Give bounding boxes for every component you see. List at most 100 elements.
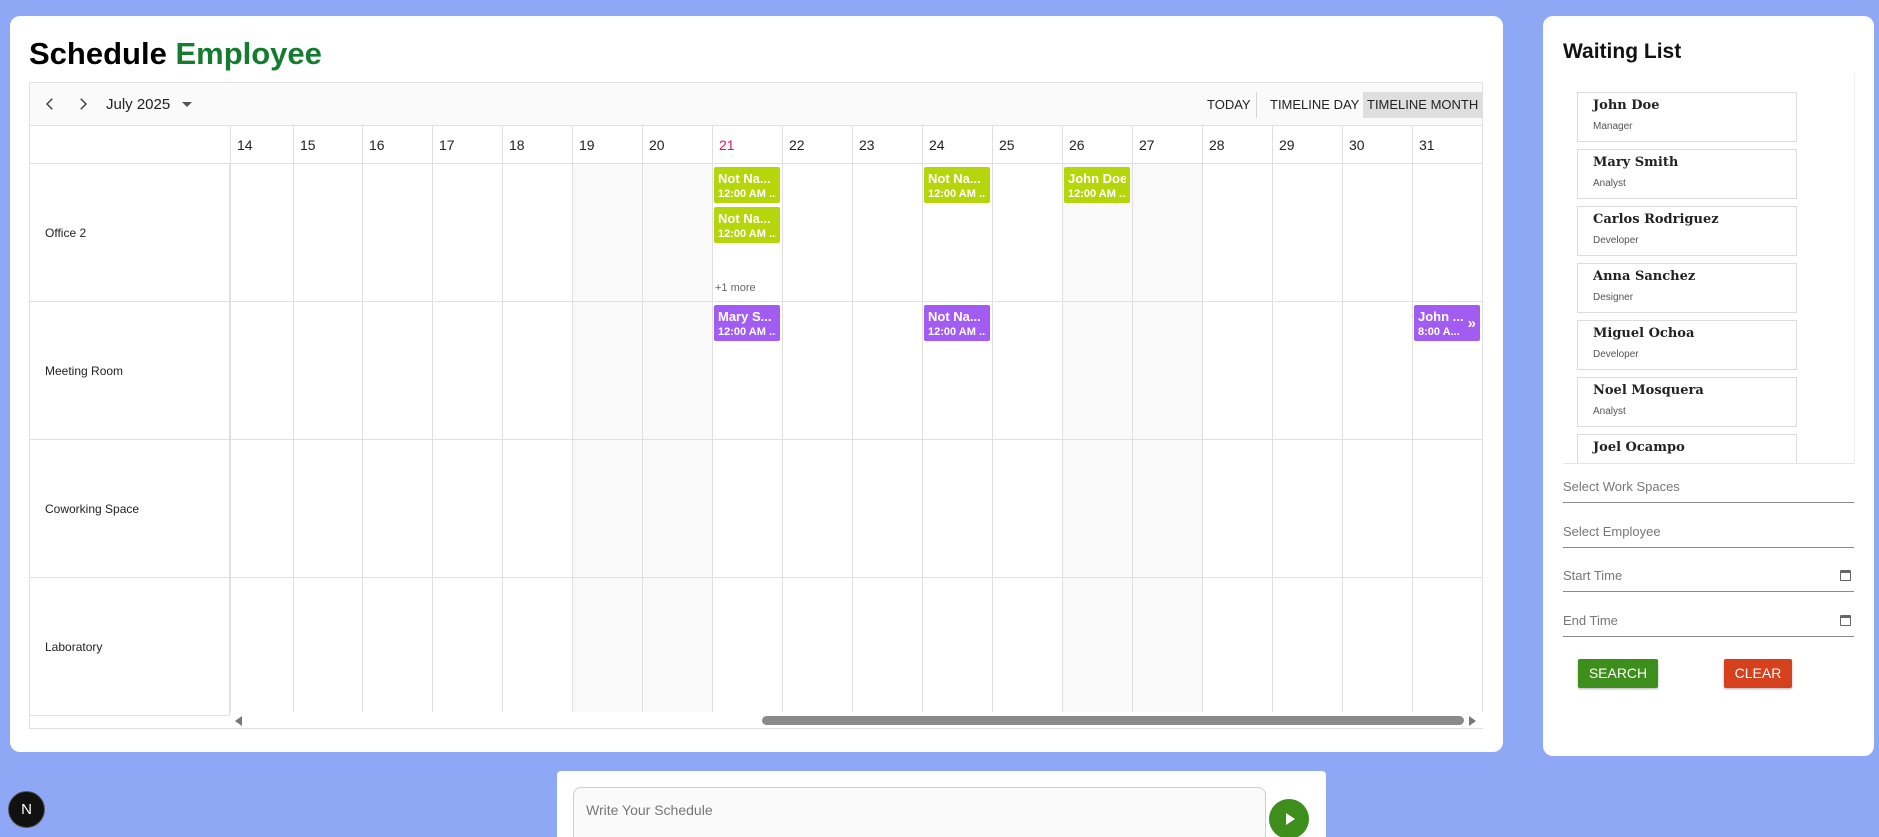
clear-button[interactable]: CLEAR <box>1724 659 1792 688</box>
timeline-cell[interactable] <box>293 578 362 715</box>
timeline-cell[interactable] <box>1272 440 1342 577</box>
timeline-cell[interactable] <box>1342 164 1412 301</box>
timeline-cell[interactable] <box>922 578 992 715</box>
timeline-cell[interactable] <box>293 164 362 301</box>
timeline-cell[interactable] <box>642 578 712 715</box>
timeline-cell[interactable] <box>1132 302 1202 439</box>
event-appointment[interactable]: Mary S... 12:00 AM ... <box>714 305 780 341</box>
date-range-picker[interactable]: July 2025 <box>106 83 193 125</box>
timeline-cell[interactable] <box>642 440 712 577</box>
timeline-cell[interactable] <box>1342 302 1412 439</box>
date-header-30[interactable]: 30 <box>1342 126 1412 164</box>
more-events-indicator[interactable]: +1 more <box>715 282 756 294</box>
timeline-cell[interactable] <box>852 302 922 439</box>
timeline-cell[interactable] <box>230 440 293 577</box>
timeline-cell[interactable] <box>502 164 572 301</box>
scroll-left-icon[interactable] <box>235 716 242 726</box>
waiting-list-item[interactable]: Mary Smith Analyst <box>1577 149 1797 199</box>
next-dev-badge[interactable]: N <box>8 791 45 828</box>
event-appointment[interactable]: Not Na... 12:00 AM ... <box>714 207 780 243</box>
date-header-23[interactable]: 23 <box>852 126 922 164</box>
timeline-cell[interactable] <box>1202 164 1272 301</box>
date-header-27[interactable]: 27 <box>1132 126 1202 164</box>
timeline-cell[interactable] <box>1272 302 1342 439</box>
timeline-cell[interactable] <box>1062 302 1132 439</box>
timeline-cell[interactable] <box>852 440 922 577</box>
event-appointment[interactable]: John ... 8:00 A...» <box>1414 305 1480 341</box>
timeline-cell[interactable] <box>1132 578 1202 715</box>
date-header-19[interactable]: 19 <box>572 126 642 164</box>
date-header-17[interactable]: 17 <box>432 126 502 164</box>
timeline-cell[interactable] <box>782 578 852 715</box>
timeline-cell[interactable] <box>782 302 852 439</box>
date-header-18[interactable]: 18 <box>502 126 572 164</box>
date-header-21[interactable]: 21 <box>712 126 782 164</box>
timeline-cell[interactable] <box>1132 440 1202 577</box>
date-header-28[interactable]: 28 <box>1202 126 1272 164</box>
date-header-31[interactable]: 31 <box>1412 126 1482 164</box>
timeline-month-button[interactable]: TIMELINE MONTH <box>1363 92 1483 118</box>
timeline-cell[interactable] <box>1202 578 1272 715</box>
timeline-cell[interactable] <box>852 578 922 715</box>
waiting-list-item[interactable]: Miguel Ochoa Developer <box>1577 320 1797 370</box>
timeline-cell[interactable] <box>432 440 502 577</box>
timeline-cell[interactable] <box>502 578 572 715</box>
search-button[interactable]: SEARCH <box>1578 659 1658 688</box>
timeline-cell[interactable] <box>502 440 572 577</box>
event-appointment[interactable]: Not Na... 12:00 AM ... <box>924 167 990 203</box>
timeline-cell[interactable] <box>572 164 642 301</box>
timeline-cell[interactable] <box>1202 302 1272 439</box>
timeline-cell[interactable] <box>642 164 712 301</box>
timeline-cell[interactable] <box>992 440 1062 577</box>
scrollbar-thumb[interactable] <box>762 716 1464 725</box>
waiting-list-item[interactable]: Anna Sanchez Designer <box>1577 263 1797 313</box>
date-header-25[interactable]: 25 <box>992 126 1062 164</box>
timeline-cell[interactable] <box>1202 440 1272 577</box>
end-time-field[interactable]: End Time <box>1563 607 1854 637</box>
date-header-20[interactable]: 20 <box>642 126 712 164</box>
waiting-list-item[interactable]: John Doe Manager <box>1577 92 1797 142</box>
date-header-16[interactable]: 16 <box>362 126 432 164</box>
timeline-cell[interactable] <box>1412 578 1482 715</box>
timeline-cell[interactable] <box>432 302 502 439</box>
calendar-icon[interactable] <box>1840 615 1851 626</box>
timeline-cell[interactable] <box>230 164 293 301</box>
timeline-cell[interactable] <box>712 440 782 577</box>
start-time-field[interactable]: Start Time <box>1563 562 1854 592</box>
timeline-cell[interactable] <box>1062 578 1132 715</box>
timeline-cell[interactable] <box>362 164 432 301</box>
employee-select[interactable]: Select Employee <box>1563 518 1854 548</box>
timeline-cell[interactable] <box>1342 578 1412 715</box>
timeline-cell[interactable] <box>782 440 852 577</box>
timeline-cell[interactable] <box>230 578 293 715</box>
scroll-right-icon[interactable] <box>1469 716 1476 726</box>
timeline-cell[interactable] <box>922 440 992 577</box>
timeline-cell[interactable] <box>572 440 642 577</box>
timeline-cell[interactable] <box>432 578 502 715</box>
timeline-cell[interactable] <box>992 578 1062 715</box>
timeline-cell[interactable] <box>992 302 1062 439</box>
timeline-cell[interactable] <box>502 302 572 439</box>
next-button[interactable] <box>71 83 95 125</box>
event-appointment[interactable]: Not Na... 12:00 AM ... <box>924 305 990 341</box>
workspaces-select[interactable]: Select Work Spaces <box>1563 473 1854 503</box>
today-button[interactable]: TODAY <box>1203 92 1255 118</box>
horizontal-scrollbar[interactable] <box>230 712 1484 728</box>
event-appointment[interactable]: Not Na... 12:00 AM ... <box>714 167 780 203</box>
send-button[interactable] <box>1269 799 1309 837</box>
timeline-cell[interactable] <box>992 164 1062 301</box>
waiting-list-item[interactable]: Carlos Rodriguez Developer <box>1577 206 1797 256</box>
timeline-cell[interactable] <box>230 302 293 439</box>
timeline-cell[interactable] <box>572 302 642 439</box>
event-appointment[interactable]: John Doe 12:00 AM ... <box>1064 167 1130 203</box>
date-header-24[interactable]: 24 <box>922 126 992 164</box>
timeline-cell[interactable] <box>362 440 432 577</box>
timeline-cell[interactable] <box>362 578 432 715</box>
timeline-cell[interactable] <box>572 578 642 715</box>
timeline-cell[interactable] <box>1132 164 1202 301</box>
waiting-list-item[interactable]: Joel Ocampo Devops <box>1577 434 1797 463</box>
timeline-cell[interactable] <box>642 302 712 439</box>
timeline-cell[interactable] <box>782 164 852 301</box>
timeline-day-button[interactable]: TIMELINE DAY <box>1266 92 1363 118</box>
date-header-26[interactable]: 26 <box>1062 126 1132 164</box>
